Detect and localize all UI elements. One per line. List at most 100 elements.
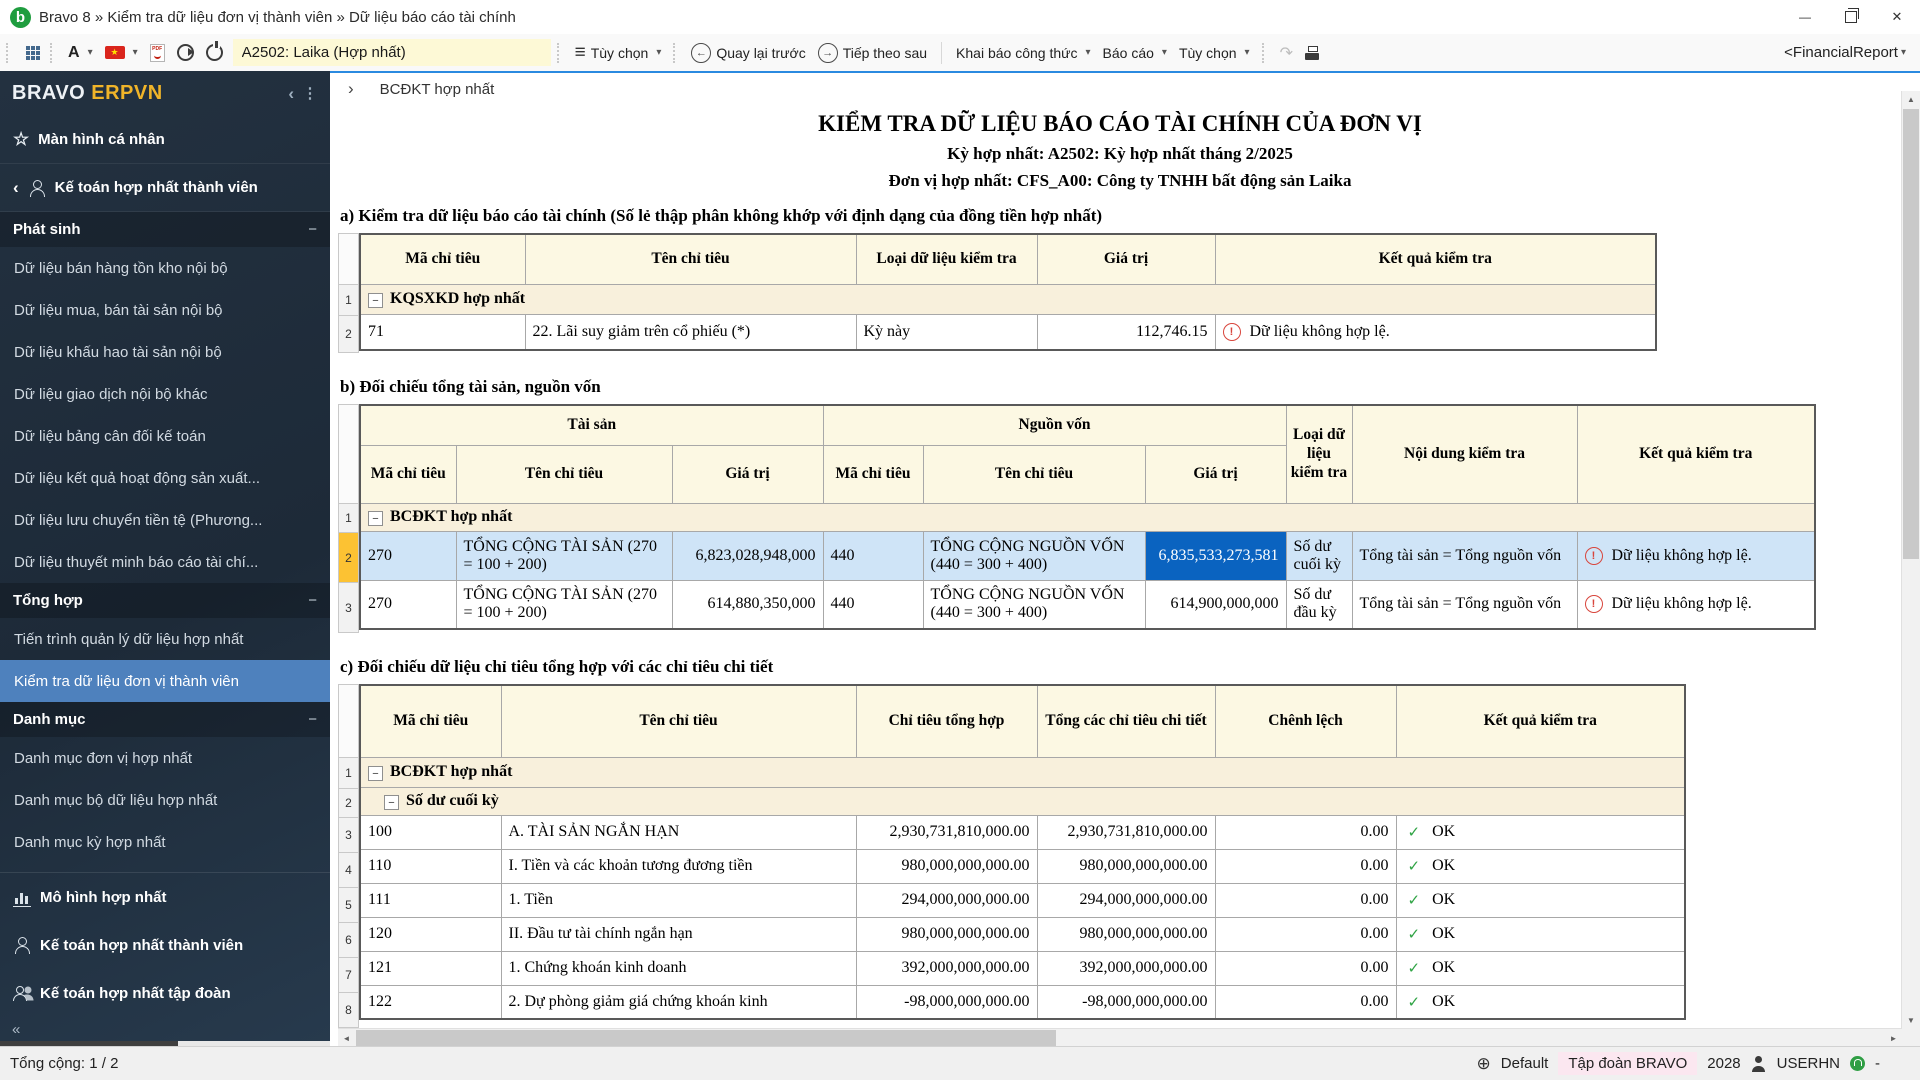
- sidebar-menu-icon[interactable]: [303, 84, 319, 104]
- table-row[interactable]: 120 II. Đầu tư tài chính ngắn hạn 980,00…: [360, 917, 1685, 951]
- group-row-kqsxkd[interactable]: −KQSXKD hợp nhất: [360, 284, 1656, 314]
- font-button[interactable]: [62, 39, 99, 67]
- cell-diff[interactable]: 0.00: [1215, 985, 1396, 1019]
- cell-diff[interactable]: 0.00: [1215, 849, 1396, 883]
- sidebar-item-ke-toan-tap-doan[interactable]: Kế toán hợp nhất tập đoàn: [0, 969, 330, 1017]
- sidebar-item-luu-chuyen-tien-te[interactable]: Dữ liệu lưu chuyển tiền tệ (Phương...: [0, 499, 330, 541]
- cell-total[interactable]: 980,000,000,000.00: [856, 849, 1037, 883]
- cell-detail[interactable]: -98,000,000,000.00: [1037, 985, 1215, 1019]
- next-button[interactable]: Tiếp theo sau: [812, 39, 933, 67]
- cell-result[interactable]: Dữ liệu không hợp lệ.: [1215, 314, 1656, 350]
- cell-result[interactable]: OK: [1396, 917, 1685, 951]
- cell-total[interactable]: -98,000,000,000.00: [856, 985, 1037, 1019]
- sidebar-module-header[interactable]: Kế toán hợp nhất thành viên: [0, 164, 330, 212]
- group-row-so-du-cuoi-ky[interactable]: −Số dư cuối kỳ: [360, 787, 1685, 815]
- toolbar-drag-handle[interactable]: [557, 43, 563, 63]
- cell-code[interactable]: 122: [360, 985, 501, 1019]
- sidebar-item-ke-toan-thanh-vien[interactable]: Kế toán hợp nhất thành viên: [0, 921, 330, 969]
- sidebar-item-danh-muc-don-vi[interactable]: Danh mục đơn vị hợp nhất: [0, 737, 330, 779]
- collapse-box-icon[interactable]: −: [368, 293, 383, 308]
- cell-code[interactable]: 110: [360, 849, 501, 883]
- horizontal-scroll-thumb[interactable]: [356, 1030, 1056, 1046]
- cell-asset-name[interactable]: TỔNG CỘNG TÀI SẢN (270 = 100 + 200): [456, 531, 672, 580]
- cell-detail[interactable]: 980,000,000,000.00: [1037, 849, 1215, 883]
- sidebar-item-mua-ban-tai-san[interactable]: Dữ liệu mua, bán tài sản nội bộ: [0, 289, 330, 331]
- sidebar-item-personal-screen[interactable]: Màn hình cá nhân: [0, 116, 330, 164]
- cell-type[interactable]: Số dư cuối kỳ: [1286, 531, 1352, 580]
- cell-result[interactable]: OK: [1396, 985, 1685, 1019]
- group-row-bcdkt[interactable]: −BCĐKT hợp nhất: [360, 503, 1815, 531]
- sidebar-group-danh-muc[interactable]: Danh mục −: [0, 702, 330, 737]
- cell-capital-value[interactable]: 614,900,000,000: [1145, 580, 1286, 629]
- vertical-scroll-thumb[interactable]: [1903, 109, 1919, 559]
- table-row[interactable]: 100 A. TÀI SẢN NGẮN HẠN 2,930,731,810,00…: [360, 815, 1685, 849]
- collapse-minus-icon[interactable]: −: [308, 592, 317, 609]
- status-username[interactable]: USERHN: [1777, 1055, 1840, 1072]
- cell-code[interactable]: 100: [360, 815, 501, 849]
- cell-code[interactable]: 71: [360, 314, 525, 350]
- collapse-box-icon[interactable]: −: [368, 766, 383, 781]
- sidebar-item-thuyet-minh[interactable]: Dữ liệu thuyết minh báo cáo tài chí...: [0, 541, 330, 583]
- cell-asset-name[interactable]: TỔNG CỘNG TÀI SẢN (270 = 100 + 200): [456, 580, 672, 629]
- cell-capital-name[interactable]: TỔNG CỘNG NGUỒN VỐN (440 = 300 + 400): [923, 580, 1145, 629]
- cell-capital-code[interactable]: 440: [823, 531, 923, 580]
- group-row-bcdkt[interactable]: −BCĐKT hợp nhất: [360, 757, 1685, 787]
- minimize-button[interactable]: [1782, 0, 1828, 34]
- cell-code[interactable]: 111: [360, 883, 501, 917]
- toolbar-drag-handle[interactable]: [6, 43, 12, 63]
- status-environment[interactable]: Default: [1501, 1055, 1549, 1072]
- horizontal-scrollbar[interactable]: ◄ ►: [338, 1028, 1902, 1047]
- cell-detail[interactable]: 392,000,000,000.00: [1037, 951, 1215, 985]
- collapse-box-icon[interactable]: −: [384, 795, 399, 810]
- cell-diff[interactable]: 0.00: [1215, 883, 1396, 917]
- cell-name[interactable]: I. Tiền và các khoản tương đương tiền: [501, 849, 856, 883]
- cell-result[interactable]: OK: [1396, 849, 1685, 883]
- cell-name[interactable]: 1. Chứng khoán kinh doanh: [501, 951, 856, 985]
- sidebar-item-tien-trinh[interactable]: Tiến trình quản lý dữ liệu hợp nhất: [0, 618, 330, 660]
- cell-content[interactable]: Tổng tài sản = Tổng nguồn vốn: [1352, 580, 1577, 629]
- cell-name[interactable]: II. Đầu tư tài chính ngắn hạn: [501, 917, 856, 951]
- expand-chevron-icon[interactable]: [348, 79, 354, 99]
- cell-content[interactable]: Tổng tài sản = Tổng nguồn vốn: [1352, 531, 1577, 580]
- cell-type[interactable]: Số dư đầu kỳ: [1286, 580, 1352, 629]
- cell-total[interactable]: 294,000,000,000.00: [856, 883, 1037, 917]
- cell-result[interactable]: OK: [1396, 815, 1685, 849]
- cell-detail[interactable]: 294,000,000,000.00: [1037, 883, 1215, 917]
- close-button[interactable]: [1874, 0, 1920, 34]
- options-menu-button[interactable]: Tùy chọn: [569, 39, 668, 67]
- options2-menu-button[interactable]: Tùy chọn: [1173, 39, 1256, 67]
- cell-detail[interactable]: 980,000,000,000.00: [1037, 917, 1215, 951]
- cell-value[interactable]: 112,746.15: [1037, 314, 1215, 350]
- cell-name[interactable]: 1. Tiền: [501, 883, 856, 917]
- print-button[interactable]: [1299, 39, 1327, 67]
- cell-result[interactable]: Dữ liệu không hợp lệ.: [1577, 531, 1815, 580]
- cell-code[interactable]: 121: [360, 951, 501, 985]
- back-button[interactable]: Quay lại trước: [685, 39, 811, 67]
- tab-bcdkt-hop-nhat[interactable]: BCĐKT hợp nhất: [380, 81, 495, 98]
- notification-icon[interactable]: [1850, 1056, 1865, 1071]
- sidebar-group-phat-sinh[interactable]: Phát sinh −: [0, 212, 330, 247]
- scroll-down-arrow[interactable]: ▼: [1902, 1012, 1920, 1029]
- cell-total[interactable]: 980,000,000,000.00: [856, 917, 1037, 951]
- sidebar-item-danh-muc-ky[interactable]: Danh mục kỳ hợp nhất: [0, 821, 330, 863]
- sidebar-item-danh-muc-bo-du-lieu[interactable]: Danh mục bộ dữ liệu hợp nhất: [0, 779, 330, 821]
- language-button[interactable]: [99, 39, 144, 67]
- toolbar-drag-handle[interactable]: [1262, 43, 1268, 63]
- collapse-minus-icon[interactable]: −: [308, 711, 317, 728]
- sidebar-item-ban-hang-ton-kho[interactable]: Dữ liệu bán hàng tồn kho nội bộ: [0, 247, 330, 289]
- cell-total[interactable]: 392,000,000,000.00: [856, 951, 1037, 985]
- status-fiscal-year[interactable]: 2028: [1707, 1055, 1740, 1072]
- cell-capital-value-selected[interactable]: 6,835,533,273,581: [1145, 531, 1286, 580]
- sidebar-group-tong-hop[interactable]: Tổng hợp −: [0, 583, 330, 618]
- sidebar-item-ket-qua-hoat-dong[interactable]: Dữ liệu kết quả hoạt động sản xuất...: [0, 457, 330, 499]
- vertical-scrollbar[interactable]: ▲ ▼: [1901, 91, 1920, 1029]
- report-type-selector[interactable]: <FinancialReport: [1784, 44, 1920, 61]
- power-button[interactable]: [200, 39, 229, 67]
- report-menu-button[interactable]: Báo cáo: [1097, 39, 1173, 67]
- sidebar-item-mo-hinh-hop-nhat[interactable]: Mô hình hợp nhất: [0, 873, 330, 921]
- table-row-selected[interactable]: 270 TỔNG CỘNG TÀI SẢN (270 = 100 + 200) …: [360, 531, 1815, 580]
- table-row[interactable]: 121 1. Chứng khoán kinh doanh 392,000,00…: [360, 951, 1685, 985]
- cell-asset-value[interactable]: 6,823,028,948,000: [672, 531, 823, 580]
- table-row[interactable]: 122 2. Dự phòng giảm giá chứng khoán kin…: [360, 985, 1685, 1019]
- cell-asset-value[interactable]: 614,880,350,000: [672, 580, 823, 629]
